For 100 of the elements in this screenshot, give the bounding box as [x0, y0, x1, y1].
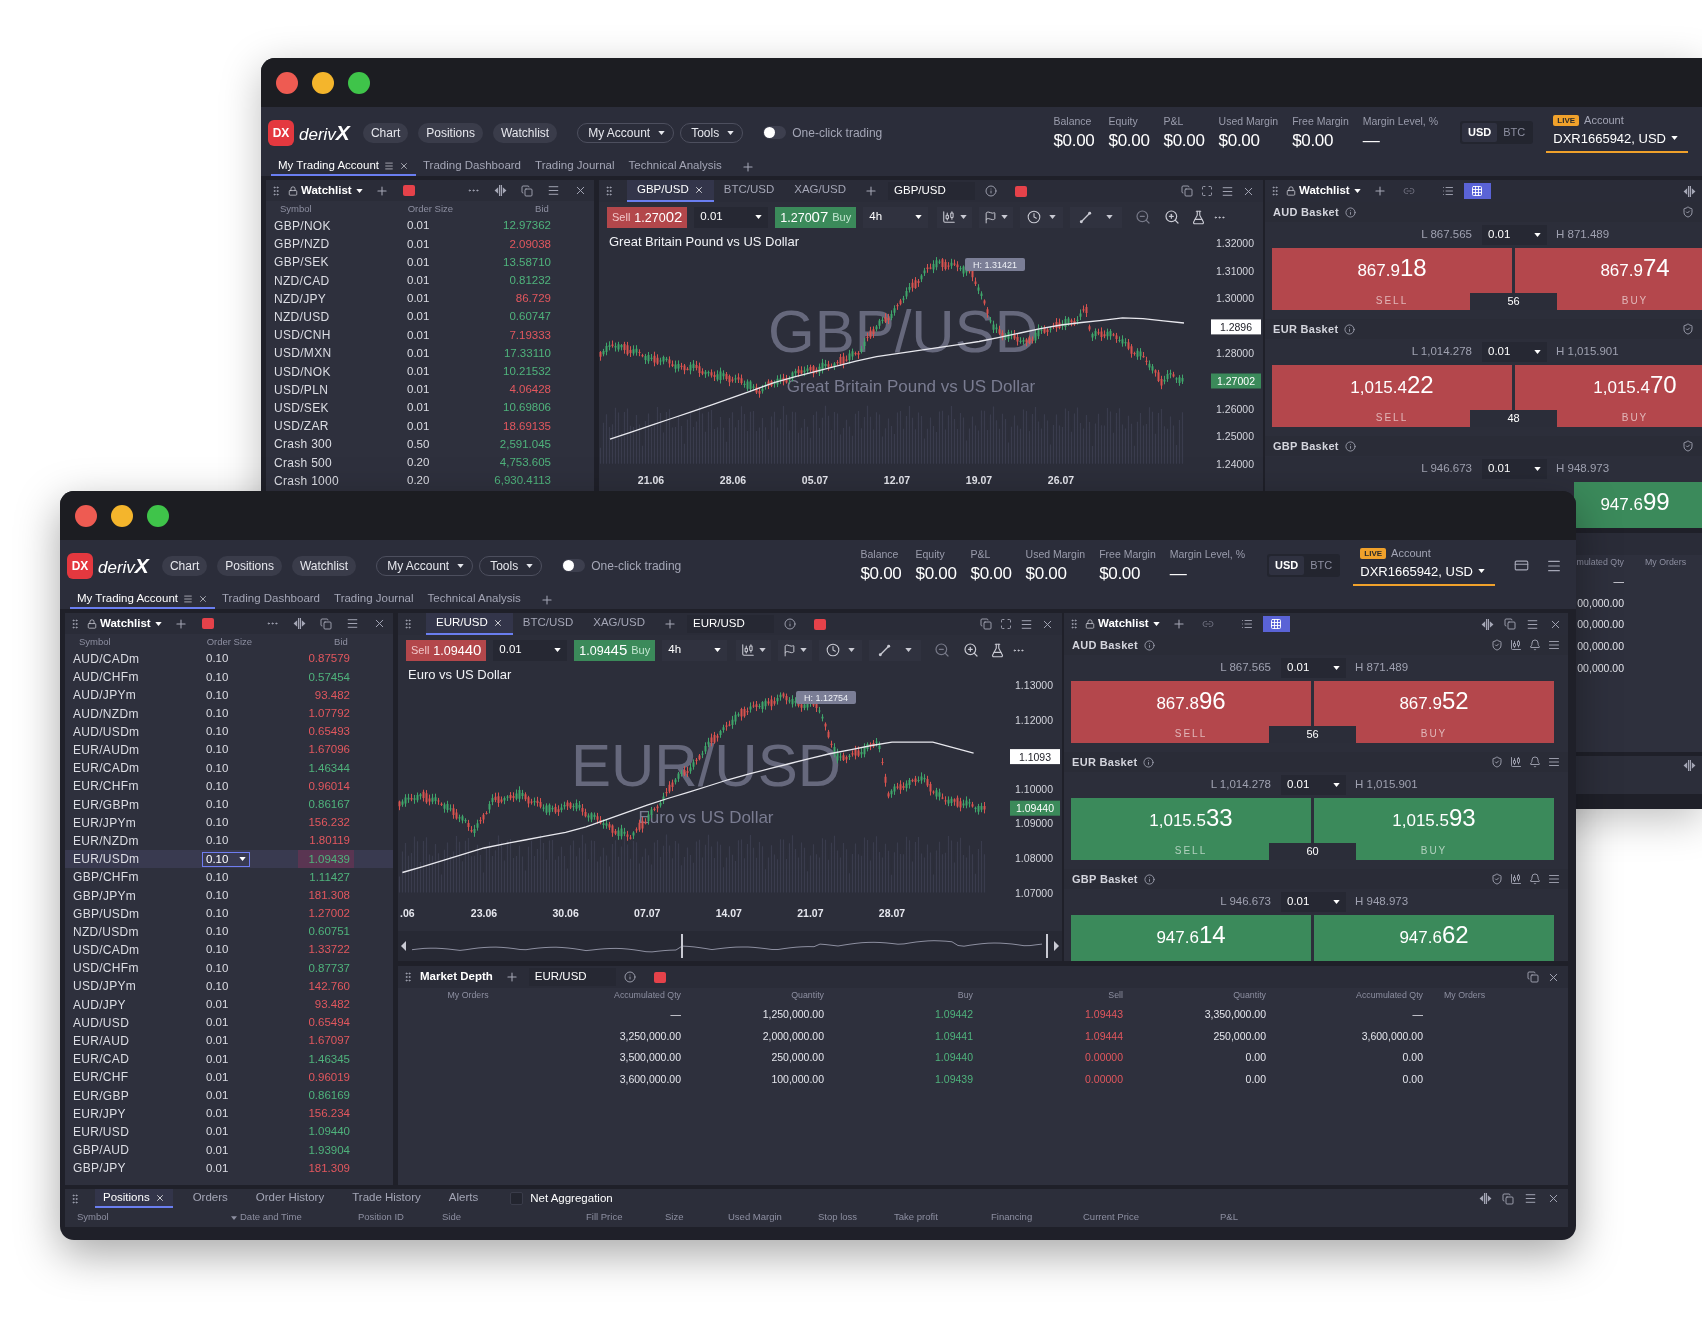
- drag-handle-icon[interactable]: [402, 971, 414, 983]
- color-swatch-icon[interactable]: [653, 971, 666, 983]
- minimize-window-icon[interactable]: [312, 71, 334, 94]
- scroll-left-icon[interactable]: [401, 941, 406, 951]
- watchlist-row[interactable]: AUD/JPY 0.01 93.482: [65, 995, 393, 1014]
- close-icon[interactable]: [373, 617, 386, 630]
- scroll-right-icon[interactable]: [1054, 941, 1059, 951]
- watchlist-row[interactable]: EUR/CHFm 0.10 0.96014: [65, 777, 393, 796]
- buy-button[interactable]: 947.662: [1314, 915, 1554, 961]
- color-swatch-icon[interactable]: [1015, 185, 1027, 197]
- order-size-select[interactable]: 0.01: [1482, 342, 1547, 362]
- candlestick-icon[interactable]: [1510, 639, 1522, 651]
- link-icon[interactable]: [1402, 185, 1415, 197]
- bottom-tab[interactable]: Positions: [95, 1189, 173, 1208]
- link-icon[interactable]: [1201, 618, 1214, 630]
- watchlist-row[interactable]: Crash 300 0.50 2,591.045: [266, 435, 594, 454]
- menu-icon[interactable]: [1548, 639, 1560, 651]
- add-icon[interactable]: [1372, 184, 1387, 198]
- watchlist-row[interactable]: NZD/USD 0.01 0.60747: [266, 307, 594, 327]
- resize-arrows-icon[interactable]: [1481, 618, 1494, 630]
- workspace-tab[interactable]: Trading Dashboard: [215, 591, 328, 609]
- info-icon[interactable]: [1344, 323, 1356, 335]
- watchlist-row[interactable]: NZD/USDm 0.10 0.60751: [65, 922, 393, 941]
- account-dropdown[interactable]: DXR1665942, USD: [1553, 128, 1678, 148]
- time-button[interactable]: [1020, 206, 1064, 228]
- menu-icon[interactable]: [183, 594, 193, 604]
- info-icon[interactable]: [784, 618, 796, 630]
- drag-handle-icon[interactable]: [1269, 185, 1281, 197]
- close-icon[interactable]: [574, 184, 587, 197]
- menu-icon[interactable]: [1020, 617, 1033, 631]
- restore-icon[interactable]: [1502, 1192, 1514, 1205]
- watchlist-row[interactable]: GBP/JPY 0.01 181.309: [65, 1159, 393, 1178]
- candlestick-icon[interactable]: [1510, 756, 1522, 768]
- card-icon[interactable]: [1513, 558, 1530, 573]
- watchlist-row[interactable]: GBP/AUD 0.01 1.93904: [65, 1141, 393, 1160]
- menu-icon[interactable]: [384, 161, 394, 171]
- nav-button[interactable]: Positions: [418, 122, 483, 143]
- watchlist-row[interactable]: USD/MXN 0.01 17.33110: [266, 344, 594, 363]
- watchlist-row[interactable]: EUR/JPY 0.01 156.234: [65, 1104, 393, 1123]
- watchlist-row[interactable]: GBP/JPYm 0.10 181.308: [65, 886, 393, 905]
- restore-icon[interactable]: [1527, 971, 1539, 983]
- watchlist-row[interactable]: EUR/CAD 0.01 1.46345: [65, 1050, 393, 1069]
- watchlist-row[interactable]: GBP/SEK 0.01 13.58710: [266, 253, 594, 272]
- drawing-tool-button[interactable]: [869, 639, 922, 661]
- shield-icon[interactable]: [1491, 756, 1503, 768]
- bottom-tab[interactable]: Trade History: [344, 1189, 429, 1208]
- watchlist-dropdown[interactable]: Watchlist: [100, 614, 162, 633]
- add-icon[interactable]: [173, 616, 188, 631]
- shield-icon[interactable]: [1491, 873, 1503, 885]
- add-icon[interactable]: [663, 617, 677, 631]
- watchlist-row[interactable]: USD/ZAR 0.01 18.69135: [266, 417, 594, 436]
- nav-button[interactable]: Chart: [362, 122, 409, 143]
- symbol-tab[interactable]: GBP/USD: [627, 180, 714, 202]
- add-icon[interactable]: [864, 184, 878, 198]
- add-icon[interactable]: [1171, 617, 1186, 631]
- candlestick-icon[interactable]: [1510, 873, 1522, 885]
- timeframe-select[interactable]: 4h: [662, 639, 728, 661]
- shield-icon[interactable]: [1491, 639, 1503, 651]
- grid-view-button[interactable]: [1463, 183, 1491, 199]
- flask-icon[interactable]: [1191, 209, 1207, 225]
- net-aggregation-checkbox[interactable]: [510, 1192, 524, 1205]
- grid-view-button[interactable]: [1262, 616, 1290, 632]
- watchlist-row[interactable]: EUR/AUDm 0.10 1.67096: [65, 740, 393, 760]
- order-size-select[interactable]: 0.01: [1482, 459, 1547, 479]
- currency-option[interactable]: USD: [1462, 123, 1498, 142]
- symbol-field[interactable]: EUR/USD: [687, 615, 774, 633]
- zoom-in-icon[interactable]: [963, 642, 980, 658]
- watchlist-row[interactable]: GBP/USDm 0.10 1.27002: [65, 904, 393, 923]
- workspace-tab[interactable]: My Trading Account: [271, 158, 416, 176]
- chart-type-button[interactable]: [736, 639, 772, 661]
- watchlist-row[interactable]: Crash 1000 0.20 6,930.4113: [266, 471, 594, 490]
- workspace-tab[interactable]: Technical Analysis: [420, 591, 528, 609]
- watchlist-row[interactable]: NZD/JPY 0.01 86.729: [266, 289, 594, 308]
- navigator-track[interactable]: [398, 931, 1062, 961]
- drag-handle-icon[interactable]: [270, 184, 282, 197]
- drawing-tool-button[interactable]: [1070, 206, 1123, 228]
- watchlist-row[interactable]: EUR/USDm 0.10 1.09439: [65, 850, 393, 869]
- watchlist-row[interactable]: EUR/CHF 0.01 0.96019: [65, 1068, 393, 1087]
- resize-arrows-icon[interactable]: [293, 618, 306, 629]
- watchlist-row[interactable]: EUR/NZDm 0.10 1.80119: [65, 831, 393, 851]
- watchlist-row[interactable]: EUR/AUD 0.01 1.67097: [65, 1031, 393, 1051]
- navigator-handle[interactable]: [681, 934, 683, 958]
- close-icon[interactable]: [693, 185, 704, 195]
- menu-icon[interactable]: [1526, 617, 1539, 631]
- watchlist-row[interactable]: GBP/NZD 0.01 2.09038: [266, 235, 594, 254]
- menu-icon[interactable]: [1548, 873, 1560, 885]
- watchlist-row[interactable]: GBP/CHFm 0.10 1.11427: [65, 868, 393, 887]
- watchlist-row[interactable]: USD/CADm 0.10 1.33722: [65, 941, 393, 960]
- bell-icon[interactable]: [1529, 873, 1541, 885]
- zoom-window-icon[interactable]: [147, 504, 169, 527]
- expand-icon[interactable]: [1000, 618, 1012, 630]
- menu-icon[interactable]: [1548, 756, 1560, 768]
- sell-button[interactable]: Sell 1.27002: [607, 206, 688, 228]
- timeframe-select[interactable]: 4h: [863, 206, 929, 228]
- workspace-tab[interactable]: Trading Journal: [528, 158, 622, 176]
- bell-icon[interactable]: [1529, 756, 1541, 768]
- resize-arrows-icon[interactable]: [1683, 185, 1696, 197]
- close-icon[interactable]: [198, 594, 208, 604]
- order-size-select[interactable]: 0.01: [1281, 658, 1346, 678]
- nav-button[interactable]: Chart: [161, 555, 208, 576]
